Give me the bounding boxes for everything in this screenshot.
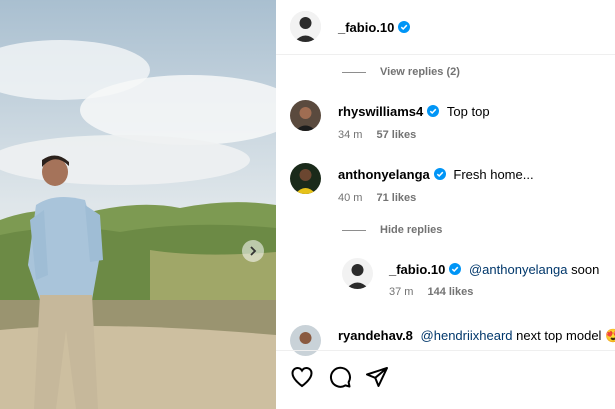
comment-username[interactable]: ryandehav.8 bbox=[338, 328, 413, 343]
reply-meta: 37 m 144 likes bbox=[389, 286, 473, 298]
reply-username[interactable]: _fabio.10 bbox=[389, 262, 445, 277]
post-photo[interactable] bbox=[0, 0, 276, 409]
comment-likes[interactable]: 57 likes bbox=[376, 129, 416, 141]
comments-panel: _fabio.10 View replies (2) rhyswilliams4… bbox=[276, 0, 615, 409]
comment-username[interactable]: rhyswilliams4 bbox=[338, 104, 423, 119]
avatar-image bbox=[290, 100, 321, 131]
reply-time: 37 m bbox=[389, 286, 414, 298]
post-actions-bar bbox=[276, 350, 615, 409]
reply-text: soon bbox=[571, 262, 600, 277]
replies-divider bbox=[342, 71, 366, 73]
post-image bbox=[0, 0, 276, 409]
comment-row: ryandehav.8 @hendriixheard next top mode… bbox=[338, 328, 615, 344]
avatar-image bbox=[290, 11, 321, 42]
comment-meta: 34 m 57 likes bbox=[338, 129, 416, 141]
reply-row: _fabio.10 @anthonyelanga soon bbox=[389, 262, 599, 277]
author-avatar[interactable] bbox=[290, 11, 321, 42]
comment-text: Top top bbox=[446, 104, 490, 119]
share-icon[interactable] bbox=[365, 365, 389, 389]
comment-username[interactable]: anthonyelanga bbox=[338, 167, 430, 182]
next-photo-button[interactable] bbox=[242, 240, 264, 262]
heart-icon[interactable] bbox=[290, 365, 314, 389]
emoji: 😍 bbox=[605, 328, 615, 343]
comment-text: Fresh home... bbox=[453, 167, 534, 182]
comment-row: rhyswilliams4 Top top bbox=[338, 104, 490, 119]
verified-badge-icon bbox=[398, 21, 411, 33]
post-header: _fabio.10 bbox=[276, 0, 615, 55]
view-replies-button[interactable]: View replies (2) bbox=[342, 66, 460, 78]
author-username[interactable]: _fabio.10 bbox=[338, 20, 394, 35]
comment-row: anthonyelanga Fresh home... bbox=[338, 167, 534, 182]
comment-text: next top model bbox=[516, 328, 602, 343]
chevron-right-icon bbox=[250, 246, 257, 256]
verified-badge-icon bbox=[449, 263, 462, 275]
comment-likes[interactable]: 71 likes bbox=[376, 192, 416, 204]
comment-meta: 40 m 71 likes bbox=[338, 192, 416, 204]
reply-likes[interactable]: 144 likes bbox=[427, 286, 473, 298]
commenter-avatar[interactable] bbox=[290, 163, 321, 194]
commenter-avatar[interactable] bbox=[290, 100, 321, 131]
avatar-image bbox=[290, 163, 321, 194]
view-replies-label: View replies (2) bbox=[380, 66, 460, 78]
verified-badge-icon bbox=[433, 168, 446, 180]
avatar-image bbox=[342, 258, 373, 289]
comment-time: 34 m bbox=[338, 129, 363, 141]
instagram-post-view: _fabio.10 View replies (2) rhyswilliams4… bbox=[0, 0, 615, 409]
reply-avatar[interactable] bbox=[342, 258, 373, 289]
hide-replies-label: Hide replies bbox=[380, 224, 443, 236]
comment-mention[interactable]: @hendriixheard bbox=[421, 328, 513, 343]
author-name-row: _fabio.10 bbox=[338, 19, 411, 37]
replies-divider bbox=[342, 229, 366, 231]
comment-time: 40 m bbox=[338, 192, 363, 204]
hide-replies-button[interactable]: Hide replies bbox=[342, 224, 442, 236]
reply-mention[interactable]: @anthonyelanga bbox=[469, 262, 568, 277]
verified-badge-icon bbox=[427, 105, 440, 117]
comment-icon[interactable] bbox=[328, 365, 352, 389]
